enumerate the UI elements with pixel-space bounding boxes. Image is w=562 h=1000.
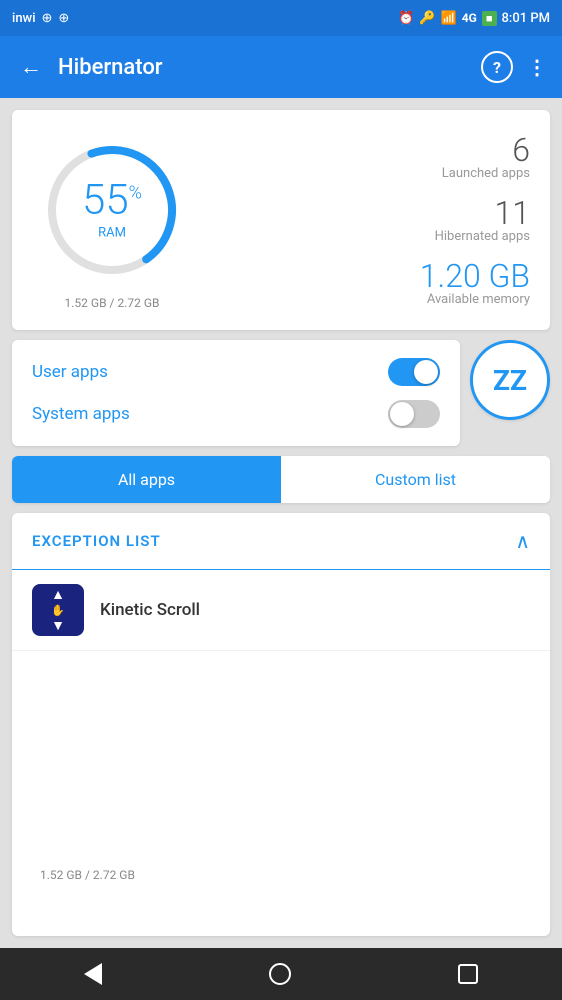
launched-label: Launched apps — [442, 166, 530, 181]
hibernated-count: 11 — [435, 197, 530, 229]
battery-icon: ■ — [482, 11, 497, 26]
ram-percent: 55% — [82, 180, 142, 222]
user-apps-thumb — [414, 360, 438, 384]
available-memory-stat: 1.20 GB Available memory — [420, 260, 530, 307]
ram-circle: 55% RAM — [32, 130, 192, 290]
signal-label: 4G — [462, 11, 477, 25]
app-icon-kinetic-scroll: ▲ ✋ ▼ — [32, 584, 84, 636]
recents-nav-button[interactable] — [434, 956, 502, 992]
app-title: Hibernator — [58, 55, 469, 80]
toolbar: ← Hibernator ? ⋮ — [0, 36, 562, 98]
scroll-down-arrow: ▼ — [51, 619, 65, 633]
circle-center: 55% RAM — [82, 180, 142, 241]
app-icon-inner: ▲ ✋ ▼ — [51, 588, 65, 633]
hibernated-apps-stat: 11 Hibernated apps — [435, 197, 530, 244]
launched-count: 6 — [442, 134, 530, 166]
system-apps-thumb — [390, 402, 414, 426]
time-label: 8:01 PM — [502, 11, 551, 26]
launched-apps-stat: 6 Launched apps — [442, 134, 530, 181]
back-nav-button[interactable] — [60, 955, 126, 993]
exception-item-kinetic-scroll: ▲ ✋ ▼ Kinetic Scroll — [12, 570, 550, 651]
bottom-nav — [0, 948, 562, 1000]
sleep-button[interactable]: ZZ — [470, 340, 550, 420]
system-apps-toggle[interactable] — [388, 400, 440, 428]
key-icon: 🔑 — [419, 11, 435, 26]
user-apps-toggle[interactable] — [388, 358, 440, 386]
ram-usage: 1.52 GB / 2.72 GB — [40, 868, 135, 882]
back-nav-icon — [84, 963, 102, 985]
exception-chevron[interactable]: ∧ — [515, 529, 530, 553]
main-content: 55% RAM 1.52 GB / 2.72 GB 1.52 GB / 2.72… — [0, 98, 562, 948]
system-apps-row: System apps — [32, 400, 440, 428]
exception-header: Exception list ∧ — [12, 513, 550, 570]
stats-card: 55% RAM 1.52 GB / 2.72 GB 1.52 GB / 2.72… — [12, 110, 550, 330]
stats-right: 6 Launched apps 11 Hibernated apps 1.20 … — [212, 134, 530, 307]
scroll-up-arrow: ▲ — [51, 588, 65, 602]
tab-bar: All apps Custom list — [12, 456, 550, 503]
usb-icon-1: ⊕ — [42, 11, 53, 26]
recents-nav-icon — [458, 964, 478, 984]
home-nav-icon — [269, 963, 291, 985]
exception-title: Exception list — [32, 532, 161, 550]
wifi-icon: 📶 — [441, 11, 457, 26]
more-button[interactable]: ⋮ — [527, 55, 546, 79]
controls-row: User apps System apps ZZ — [12, 340, 550, 446]
hibernated-label: Hibernated apps — [435, 229, 530, 244]
tab-all-apps[interactable]: All apps — [12, 456, 281, 503]
sleep-icon: ZZ — [493, 364, 527, 397]
kinetic-scroll-label: Kinetic Scroll — [100, 600, 200, 620]
available-memory: 1.20 GB — [420, 260, 530, 292]
user-apps-row: User apps — [32, 358, 440, 386]
tab-custom-list[interactable]: Custom list — [281, 456, 550, 503]
ram-label: RAM — [82, 226, 142, 241]
status-bar-left: inwi ⊕ ⊕ — [12, 11, 69, 26]
status-bar-right: ⏰ 🔑 📶 4G ■ 8:01 PM — [398, 11, 550, 26]
scroll-hand-icon: ✋ — [51, 604, 65, 617]
user-apps-label: User apps — [32, 362, 108, 382]
back-button[interactable]: ← — [16, 50, 46, 84]
help-button[interactable]: ? — [481, 51, 513, 83]
toolbar-actions: ? ⋮ — [481, 51, 546, 83]
status-bar: inwi ⊕ ⊕ ⏰ 🔑 📶 4G ■ 8:01 PM — [0, 0, 562, 36]
home-nav-button[interactable] — [245, 955, 315, 993]
carrier-label: inwi — [12, 11, 36, 26]
system-apps-label: System apps — [32, 404, 130, 424]
available-label: Available memory — [420, 292, 530, 307]
usb-icon-2: ⊕ — [58, 11, 69, 26]
alarm-icon: ⏰ — [398, 11, 414, 26]
toggles-card: User apps System apps — [12, 340, 460, 446]
